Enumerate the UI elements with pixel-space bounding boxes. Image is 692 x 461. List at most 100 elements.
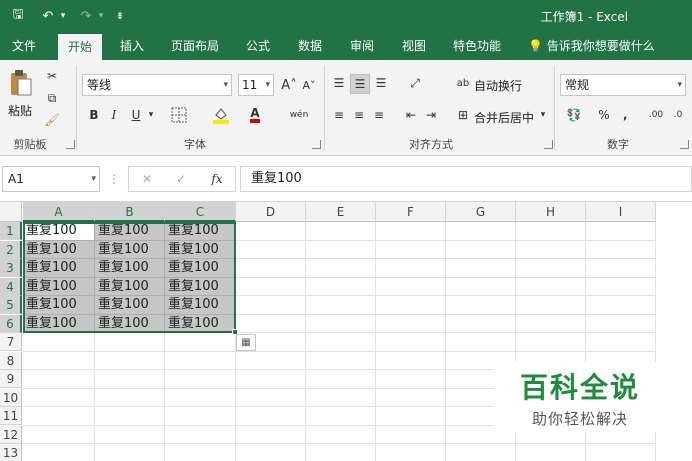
- cell-e13[interactable]: [306, 444, 376, 461]
- tab-formulas[interactable]: 公式: [238, 32, 278, 60]
- cell-f9[interactable]: [376, 370, 446, 389]
- cell-c3[interactable]: 重复100: [165, 259, 236, 278]
- save-icon[interactable]: 🖫: [8, 0, 28, 32]
- cell-e6[interactable]: [306, 315, 376, 333]
- column-header-d[interactable]: D: [236, 202, 306, 222]
- clipboard-launcher-icon[interactable]: [66, 140, 75, 149]
- alignment-launcher-icon[interactable]: [544, 140, 553, 149]
- column-header-g[interactable]: G: [446, 202, 516, 222]
- cell-c8[interactable]: [165, 352, 236, 370]
- enter-icon[interactable]: ✓: [173, 171, 189, 187]
- cell-c6[interactable]: 重复100: [165, 315, 236, 333]
- row-header-6[interactable]: 6: [0, 315, 22, 333]
- cell-h2[interactable]: [516, 241, 586, 259]
- underline-dropdown-icon[interactable]: ▾: [146, 106, 156, 124]
- cell-e7[interactable]: [306, 333, 376, 352]
- cell-i2[interactable]: [586, 241, 656, 259]
- column-header-c[interactable]: C: [165, 202, 236, 222]
- cell-e4[interactable]: [306, 278, 376, 296]
- cell-h4[interactable]: [516, 278, 586, 296]
- cell-b9[interactable]: [95, 370, 165, 389]
- accounting-format-icon[interactable]: 💱: [562, 106, 586, 124]
- formula-bar-handle-icon[interactable]: ⋮: [108, 170, 120, 188]
- row-header-2[interactable]: 2: [0, 241, 22, 259]
- cell-c13[interactable]: [165, 444, 236, 461]
- cell-e1[interactable]: [306, 222, 376, 241]
- cell-a6[interactable]: 重复100: [23, 315, 95, 333]
- insert-function-icon[interactable]: fx: [207, 171, 227, 187]
- cell-g5[interactable]: [446, 296, 516, 315]
- tab-data[interactable]: 数据: [290, 32, 330, 60]
- cell-f5[interactable]: [376, 296, 446, 315]
- cell-d4[interactable]: [236, 278, 306, 296]
- row-header-10[interactable]: 10: [0, 389, 22, 407]
- font-name-select[interactable]: 等线 ▾: [82, 74, 232, 96]
- font-launcher-icon[interactable]: [312, 140, 321, 149]
- row-header-8[interactable]: 8: [0, 352, 22, 370]
- cell-h7[interactable]: [516, 333, 586, 352]
- column-header-i[interactable]: I: [586, 202, 656, 222]
- cell-e9[interactable]: [306, 370, 376, 389]
- cell-d11[interactable]: [236, 407, 306, 426]
- grow-font-icon[interactable]: A˄: [280, 76, 298, 94]
- cell-a10[interactable]: [23, 389, 95, 407]
- cell-i13[interactable]: [586, 444, 656, 461]
- cell-b2[interactable]: 重复100: [95, 241, 165, 259]
- align-right-icon[interactable]: ≡: [370, 106, 388, 124]
- customize-toolbar-icon[interactable]: ⇟: [114, 0, 126, 32]
- tell-me-box[interactable]: 💡 告诉我你想要做什么: [528, 32, 655, 60]
- row-header-12[interactable]: 12: [0, 426, 22, 444]
- cell-a4[interactable]: 重复100: [23, 278, 95, 296]
- row-header-7[interactable]: 7: [0, 333, 22, 351]
- cell-h13[interactable]: [516, 444, 586, 461]
- cell-f8[interactable]: [376, 352, 446, 370]
- copy-icon[interactable]: ⧉: [44, 90, 60, 106]
- cell-i3[interactable]: [586, 259, 656, 278]
- cell-c1[interactable]: 重复100: [165, 222, 236, 241]
- cell-f10[interactable]: [376, 389, 446, 407]
- cell-e10[interactable]: [306, 389, 376, 407]
- decrease-decimal-button[interactable]: .0: [668, 106, 688, 124]
- cell-a11[interactable]: [23, 407, 95, 426]
- cell-i7[interactable]: [586, 333, 656, 352]
- cell-b13[interactable]: [95, 444, 165, 461]
- paste-button[interactable]: 粘贴: [8, 102, 32, 119]
- cell-f2[interactable]: [376, 241, 446, 259]
- borders-icon[interactable]: [166, 106, 192, 124]
- name-box[interactable]: A1 ▾: [2, 166, 100, 192]
- tab-view[interactable]: 视图: [394, 32, 434, 60]
- cell-b1[interactable]: 重复100: [95, 222, 165, 241]
- cell-f7[interactable]: [376, 333, 446, 352]
- cell-d2[interactable]: [236, 241, 306, 259]
- cell-b12[interactable]: [95, 426, 165, 444]
- cell-b10[interactable]: [95, 389, 165, 407]
- cell-b6[interactable]: 重复100: [95, 315, 165, 333]
- cell-f4[interactable]: [376, 278, 446, 296]
- cell-a13[interactable]: [23, 444, 95, 461]
- font-size-select[interactable]: 11 ▾: [238, 74, 274, 96]
- merge-center-button[interactable]: 合并后居中: [474, 109, 534, 126]
- column-header-h[interactable]: H: [516, 202, 586, 222]
- cell-d8[interactable]: [236, 352, 306, 370]
- cell-i5[interactable]: [586, 296, 656, 315]
- cell-d9[interactable]: [236, 370, 306, 389]
- font-color-icon[interactable]: A: [244, 106, 266, 124]
- percent-style-button[interactable]: %: [596, 106, 612, 124]
- column-header-e[interactable]: E: [306, 202, 376, 222]
- underline-button[interactable]: U: [128, 106, 144, 124]
- tab-review[interactable]: 审阅: [342, 32, 382, 60]
- comma-style-button[interactable]: ‚: [618, 106, 632, 124]
- bold-button[interactable]: B: [86, 106, 102, 124]
- increase-indent-icon[interactable]: ⇥: [422, 106, 440, 124]
- number-launcher-icon[interactable]: [680, 140, 689, 149]
- column-header-b[interactable]: B: [95, 202, 165, 222]
- cell-b4[interactable]: 重复100: [95, 278, 165, 296]
- cell-g7[interactable]: [446, 333, 516, 352]
- cell-d3[interactable]: [236, 259, 306, 278]
- cell-g6[interactable]: [446, 315, 516, 333]
- cell-c2[interactable]: 重复100: [165, 241, 236, 259]
- increase-decimal-button[interactable]: .00: [646, 106, 666, 124]
- row-header-5[interactable]: 5: [0, 296, 22, 314]
- cell-f1[interactable]: [376, 222, 446, 241]
- redo-dropdown-icon[interactable]: ▾: [96, 0, 106, 32]
